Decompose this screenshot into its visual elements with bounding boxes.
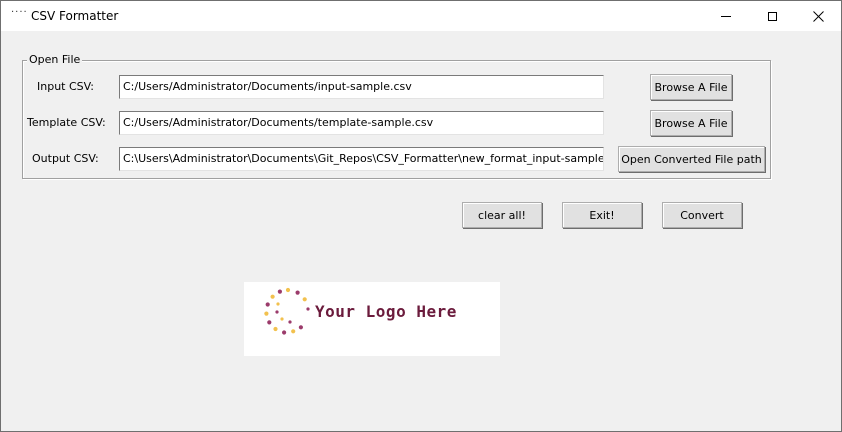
logo-ring-icon	[264, 287, 310, 335]
title-bar[interactable]: ···· CSV Formatter	[1, 1, 841, 31]
dots-icon: ····	[11, 7, 28, 18]
open-converted-path-button[interactable]: Open Converted File path	[618, 146, 765, 172]
close-icon	[812, 10, 824, 22]
app-window: ···· CSV Formatter Open File Input CSV: …	[0, 0, 842, 432]
template-csv-label: Template CSV:	[27, 116, 106, 129]
window-title: CSV Formatter	[31, 9, 119, 23]
logo-text: Your Logo Here	[315, 302, 457, 321]
browse-input-button[interactable]: Browse A File	[650, 74, 732, 100]
logo-image: Your Logo Here	[244, 282, 500, 356]
exit-button[interactable]: Exit!	[562, 202, 642, 228]
output-csv-field[interactable]: C:\Users\Administrator\Documents\Git_Rep…	[119, 147, 604, 171]
input-csv-label: Input CSV:	[37, 80, 94, 93]
minimize-button[interactable]	[703, 1, 749, 31]
input-csv-field[interactable]: C:/Users/Administrator/Documents/input-s…	[119, 75, 604, 99]
browse-template-button[interactable]: Browse A File	[650, 110, 732, 136]
maximize-button[interactable]	[749, 1, 795, 31]
close-button[interactable]	[795, 1, 841, 31]
template-csv-field[interactable]: C:/Users/Administrator/Documents/templat…	[119, 111, 604, 135]
open-file-legend: Open File	[27, 53, 83, 67]
convert-button[interactable]: Convert	[662, 202, 742, 228]
minimize-icon	[721, 15, 731, 17]
maximize-icon	[767, 11, 777, 21]
clear-all-button[interactable]: clear all!	[462, 202, 542, 228]
output-csv-label: Output CSV:	[32, 152, 99, 165]
